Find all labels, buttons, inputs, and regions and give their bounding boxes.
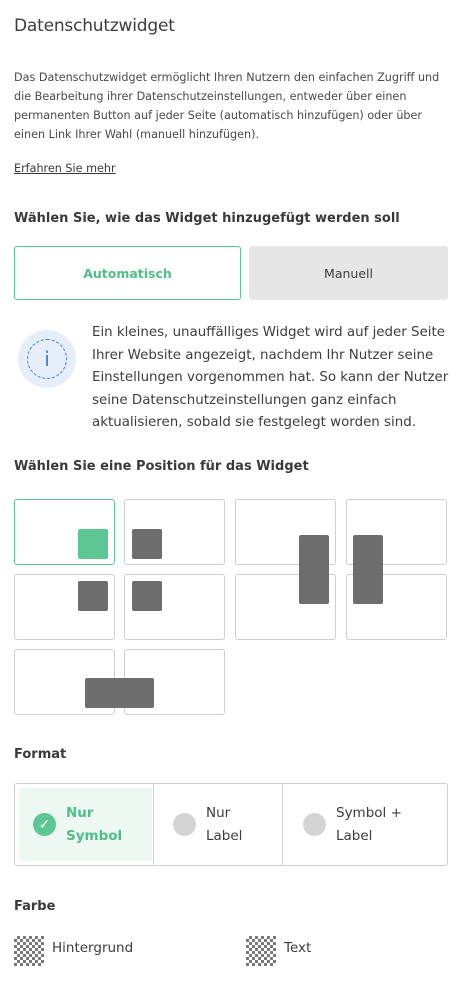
position-bottom-right[interactable] [14, 499, 115, 565]
background-color-swatch[interactable] [14, 936, 44, 966]
widget-preview-right-edge [299, 535, 329, 604]
info-text: Ein kleines, unauffälliges Widget wird a… [92, 325, 449, 430]
color-label: Farbe [14, 899, 56, 914]
format-symbol-only[interactable]: ✓ Nur Symbol [19, 788, 152, 861]
add-mode-label: Wählen Sie, wie das Widget hinzugefügt w… [14, 211, 400, 226]
format-symbol-and-label[interactable]: Symbol + Label [283, 784, 447, 865]
format-option-line2: Label [206, 827, 243, 844]
widget-preview [78, 529, 108, 559]
automatic-button[interactable]: Automatisch [14, 246, 241, 300]
widget-preview [132, 581, 162, 611]
format-option-line1: Symbol + [336, 804, 402, 821]
check-icon: ✓ [33, 813, 56, 836]
background-color-label: Hintergrund [52, 940, 134, 956]
widget-preview-bottom-center [85, 678, 154, 708]
radio-icon [303, 813, 326, 836]
widget-preview [78, 581, 108, 611]
format-selector: ✓ Nur Symbol Nur Label Symbol + Label [14, 783, 448, 866]
text-color-swatch[interactable] [246, 936, 276, 966]
radio-icon [173, 813, 196, 836]
format-option-line2: Label [336, 827, 373, 844]
position-top-left[interactable] [124, 574, 225, 640]
widget-description: Das Datenschutzwidget ermöglicht Ihren N… [14, 71, 440, 141]
format-option-line1: Nur [66, 804, 94, 821]
info-icon: i [18, 330, 76, 388]
position-top-right[interactable] [14, 574, 115, 640]
learn-more-link[interactable]: Erfahren Sie mehr [14, 162, 116, 175]
format-option-line1: Nur [206, 804, 231, 821]
manual-button[interactable]: Manuell [249, 246, 448, 300]
format-label: Format [14, 747, 67, 762]
widget-preview [132, 529, 162, 559]
format-label-only[interactable]: Nur Label [154, 784, 282, 865]
widget-preview-left-edge [353, 535, 383, 604]
text-color-label: Text [284, 940, 312, 956]
position-bottom-left[interactable] [124, 499, 225, 565]
page-title: Datenschutzwidget [14, 16, 175, 36]
format-option-line2: Symbol [66, 827, 123, 844]
position-label: Wählen Sie eine Position für das Widget [14, 459, 309, 474]
